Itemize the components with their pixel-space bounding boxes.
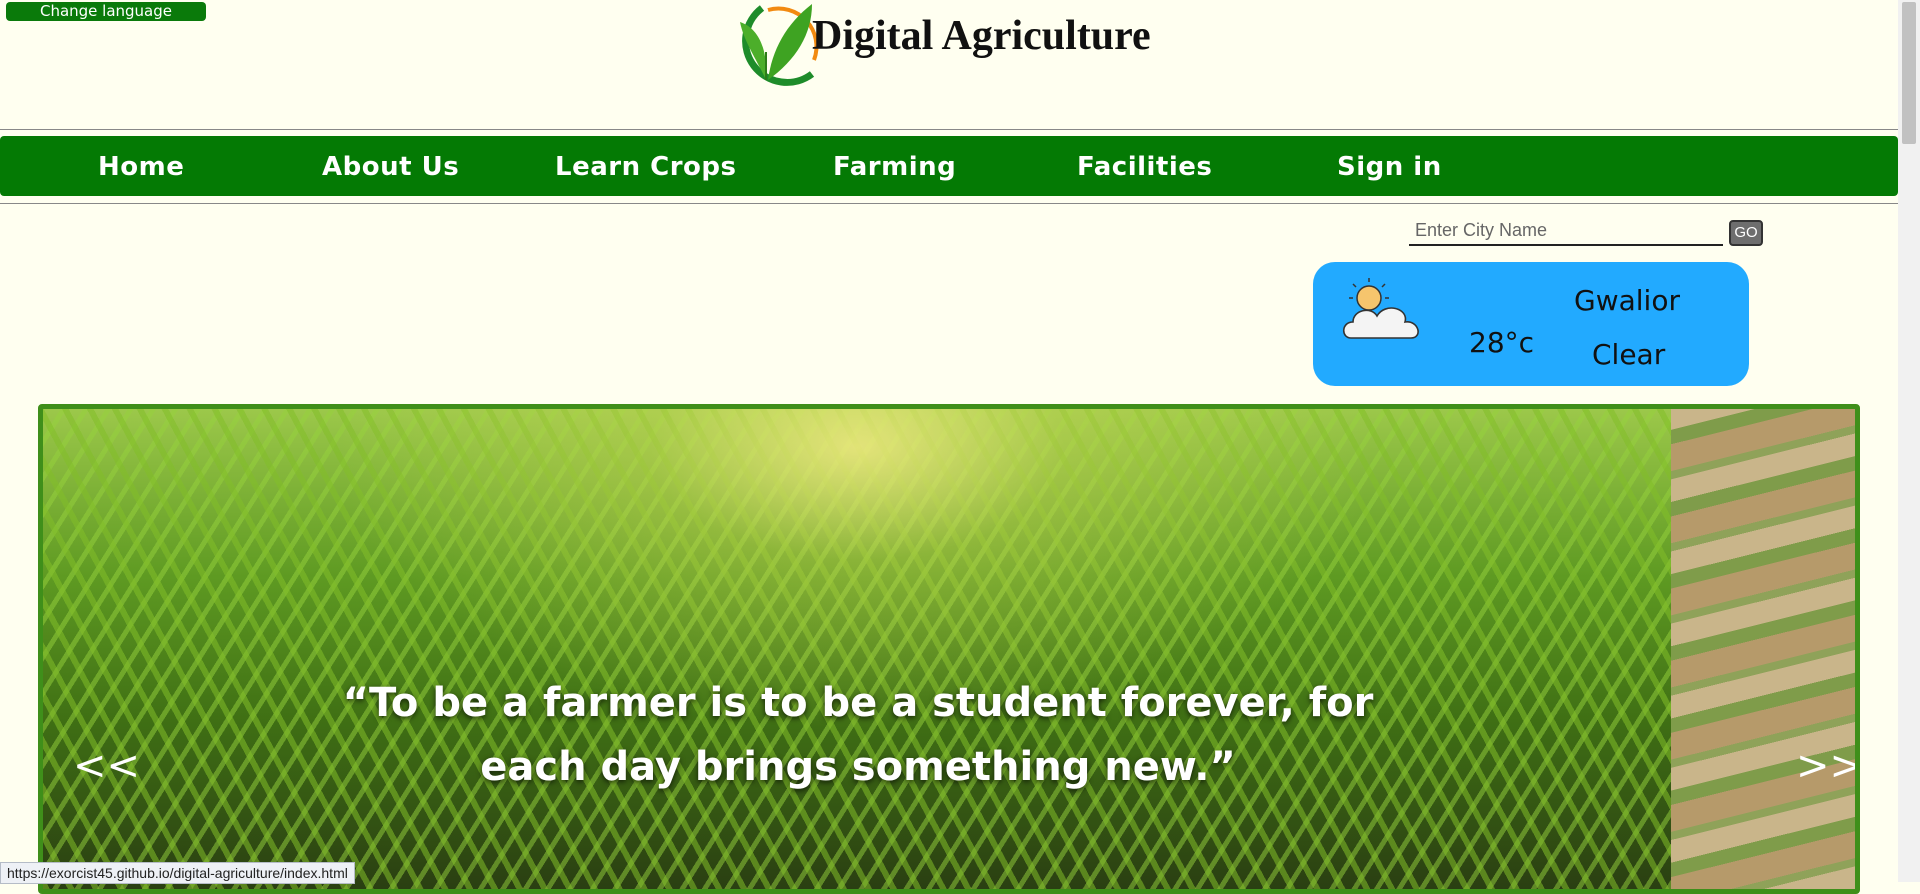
nav-about-us[interactable]: About Us bbox=[322, 152, 459, 182]
temperature: 28°c bbox=[1469, 326, 1535, 359]
scrollbar-thumb[interactable] bbox=[1902, 2, 1916, 144]
site-logo[interactable]: Digital Agriculture bbox=[716, 0, 1151, 92]
nav-learn-crops[interactable]: Learn Crops bbox=[555, 152, 736, 182]
weather-condition: Clear bbox=[1592, 338, 1666, 371]
partly-cloudy-icon bbox=[1342, 278, 1419, 339]
city-name: Gwalior bbox=[1574, 284, 1680, 317]
divider bbox=[0, 129, 1898, 130]
page-scrollbar[interactable] bbox=[1898, 0, 1920, 882]
leaf-logo-icon bbox=[740, 4, 819, 86]
status-bar-url: https://exorcist45.github.io/digital-agr… bbox=[0, 862, 355, 884]
nav-sign-in[interactable]: Sign in bbox=[1337, 152, 1442, 182]
nav-farming[interactable]: Farming bbox=[833, 152, 956, 182]
carousel-next-button[interactable]: >> bbox=[1796, 743, 1855, 789]
divider bbox=[0, 203, 1898, 204]
main-nav: Home About Us Learn Crops Farming Facili… bbox=[0, 136, 1898, 196]
quote-line-1: “To be a farmer is to be a student forev… bbox=[342, 680, 1374, 726]
change-language-button[interactable]: Change language bbox=[6, 2, 206, 21]
carousel-prev-button[interactable]: << bbox=[73, 743, 140, 789]
quote-line-2: each day brings something new.” bbox=[480, 744, 1236, 790]
fields-slide-image bbox=[1671, 409, 1855, 889]
cornfield-slide-image bbox=[43, 409, 1671, 889]
city-search-input[interactable] bbox=[1409, 216, 1723, 246]
weather-card: 28°c Gwalior Clear bbox=[1313, 262, 1749, 386]
site-title: Digital Agriculture bbox=[812, 13, 1151, 59]
go-button[interactable]: GO bbox=[1729, 220, 1763, 246]
nav-home[interactable]: Home bbox=[98, 152, 184, 182]
carousel-quote: “To be a farmer is to be a student forev… bbox=[313, 671, 1403, 799]
nav-facilities[interactable]: Facilities bbox=[1077, 152, 1212, 182]
image-carousel: “To be a farmer is to be a student forev… bbox=[38, 404, 1860, 894]
